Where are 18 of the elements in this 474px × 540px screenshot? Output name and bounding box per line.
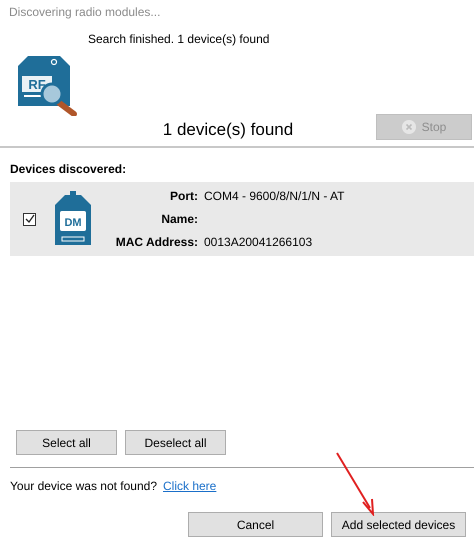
field-value: COM4 - 9600/8/N/1/N - AT xyxy=(204,188,344,205)
close-icon xyxy=(402,120,416,134)
deselect-all-button[interactable]: Deselect all xyxy=(125,430,226,455)
checkbox[interactable] xyxy=(23,212,36,226)
window-title: Discovering radio modules... xyxy=(8,4,162,21)
click-here-link[interactable]: Click here xyxy=(163,479,216,493)
cancel-button[interactable]: Cancel xyxy=(188,512,323,537)
field-label: Name: xyxy=(160,211,198,228)
add-devices-button[interactable]: Add selected devices xyxy=(331,512,466,537)
field-label: Port: xyxy=(169,188,198,205)
field-value: 0013A20041266103 xyxy=(204,234,314,251)
summary-text: 1 device(s) found xyxy=(162,118,294,140)
select-all-button[interactable]: Select all xyxy=(16,430,117,455)
section-heading: Devices discovered: xyxy=(9,161,128,178)
status-text: Search finished. 1 device(s) found xyxy=(87,31,270,48)
field-label: MAC Address: xyxy=(114,234,198,251)
device-row[interactable]: DM Port: COM4 - 9600/8/N/1/N - AT Name: MAC Address: 0013A20041266103 xyxy=(10,182,474,256)
not-found-text: Your device was not found? xyxy=(10,479,157,493)
